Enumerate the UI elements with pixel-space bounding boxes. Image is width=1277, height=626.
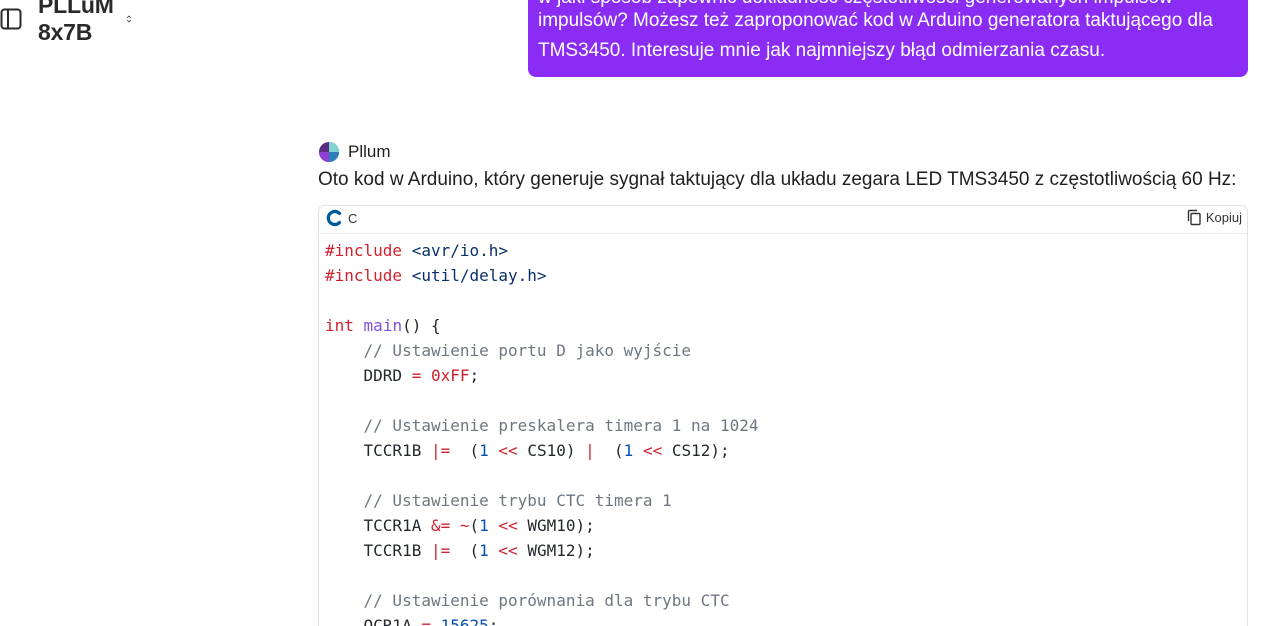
- code-token: 1: [623, 441, 634, 460]
- code-token: // Ustawienie preskalera timera 1 na 102…: [363, 416, 759, 435]
- code-token: <avr/io.h>: [411, 241, 509, 260]
- code-token: 15625: [440, 616, 489, 626]
- code-line: int main() {: [325, 313, 1247, 338]
- code-line: TCCR1B |= (1 << WGM12);: [325, 538, 1247, 563]
- code-content: #include <avr/io.h> #include <util/delay.…: [325, 238, 1247, 626]
- code-language: C: [326, 209, 357, 227]
- code-token: OCR1A: [325, 616, 422, 626]
- code-line: #include <util/delay.h>: [325, 263, 1247, 288]
- code-token: // Ustawienie trybu CTC timera 1: [363, 491, 672, 510]
- assistant-intro-text: Oto kod w Arduino, który generuje sygnał…: [318, 169, 1237, 190]
- code-token: (: [469, 516, 480, 535]
- chevron-up-down-icon: [126, 15, 131, 23]
- code-token: CS10): [517, 441, 586, 460]
- model-name: PLLuM 8x7B: [38, 0, 114, 45]
- code-token: (: [594, 441, 624, 460]
- code-language-label: C: [348, 210, 358, 226]
- code-token: #include: [325, 266, 412, 285]
- code-token: () {: [402, 316, 441, 335]
- code-token: <<: [498, 541, 518, 560]
- code-token: 1: [479, 441, 489, 460]
- code-line: // Ustawienie trybu CTC timera 1: [325, 488, 1247, 513]
- code-token: ;: [488, 616, 499, 626]
- code-token: |=: [430, 541, 451, 560]
- code-line: ​: [325, 388, 1247, 413]
- code-token: // Ustawienie porównania dla trybu CTC: [363, 591, 730, 610]
- code-token: WGM12);: [517, 541, 595, 560]
- code-token: ;: [469, 366, 480, 385]
- code-line: DDRD = 0xFF;: [325, 363, 1247, 388]
- code-token: ~: [459, 516, 470, 535]
- sidebar-toggle-button[interactable]: [0, 8, 22, 30]
- chat-page: PLLuM 8x7B w jaki sposób zapewnić dokład…: [0, 0, 1277, 626]
- code-token: =: [421, 616, 431, 626]
- code-token: <<: [498, 516, 518, 535]
- code-line: ​: [325, 288, 1247, 313]
- code-line: TCCR1A &= ~(1 << WGM10);: [325, 513, 1247, 538]
- assistant-name: Pllum: [348, 142, 391, 161]
- code-line: TCCR1B |= (1 << CS10) | (1 << CS12);: [325, 438, 1247, 463]
- user-message-line: TMS3450. Interesuje mnie jak najmniejszy…: [538, 40, 1106, 61]
- code-token: |: [585, 441, 595, 460]
- code-token: #include: [325, 241, 412, 260]
- code-token: (: [450, 541, 480, 560]
- user-message-bubble: w jaki sposób zapewnić dokładność często…: [528, 0, 1248, 77]
- assistant-header: Pllum: [318, 140, 391, 164]
- model-selector[interactable]: PLLuM 8x7B: [38, 0, 132, 45]
- code-token: (: [450, 441, 480, 460]
- code-token: TCCR1A: [325, 516, 431, 535]
- code-line: ​: [325, 463, 1247, 488]
- code-token: <<: [642, 441, 663, 460]
- code-token: &=: [430, 516, 451, 535]
- code-line: // Ustawienie portu D jako wyjście: [325, 338, 1247, 363]
- code-token: TCCR1B: [325, 441, 431, 460]
- code-token: main: [363, 316, 403, 335]
- code-token: 1: [479, 516, 489, 535]
- code-token: 1: [479, 541, 489, 560]
- code-line: // Ustawienie preskalera timera 1 na 102…: [325, 413, 1247, 438]
- code-block: C Kopiuj #include <avr/io.h> #include <ut…: [318, 205, 1248, 626]
- code-token: // Ustawienie portu D jako wyjście: [363, 341, 692, 360]
- code-line: OCR1A = 15625;: [325, 613, 1247, 626]
- code-token: <<: [498, 441, 518, 460]
- code-token: CS12);: [662, 441, 730, 460]
- code-token: |=: [430, 441, 451, 460]
- code-line: // Ustawienie porównania dla trybu CTC: [325, 588, 1247, 613]
- pllum-logo-icon: [319, 142, 339, 162]
- copy-code-button[interactable]: Kopiuj: [1186, 209, 1242, 226]
- code-toolbar: C Kopiuj: [319, 206, 1247, 234]
- copy-button-label: Kopiuj: [1205, 210, 1242, 225]
- copy-icon: [1187, 209, 1201, 226]
- code-token: 0xFF: [430, 366, 470, 385]
- code-token: int: [325, 316, 354, 335]
- user-message-line: impulsów? Możesz też zaproponować kod w …: [538, 10, 1213, 31]
- code-token: =: [411, 366, 422, 385]
- code-token: <util/delay.h>: [411, 266, 547, 285]
- c-language-icon: [326, 209, 342, 227]
- code-line: #include <avr/io.h>: [325, 238, 1247, 263]
- code-token: DDRD: [325, 366, 412, 385]
- code-token: TCCR1B: [325, 541, 431, 560]
- code-token: WGM10);: [517, 516, 595, 535]
- code-line: ​: [325, 563, 1247, 588]
- sidebar-panel-icon: [0, 8, 22, 30]
